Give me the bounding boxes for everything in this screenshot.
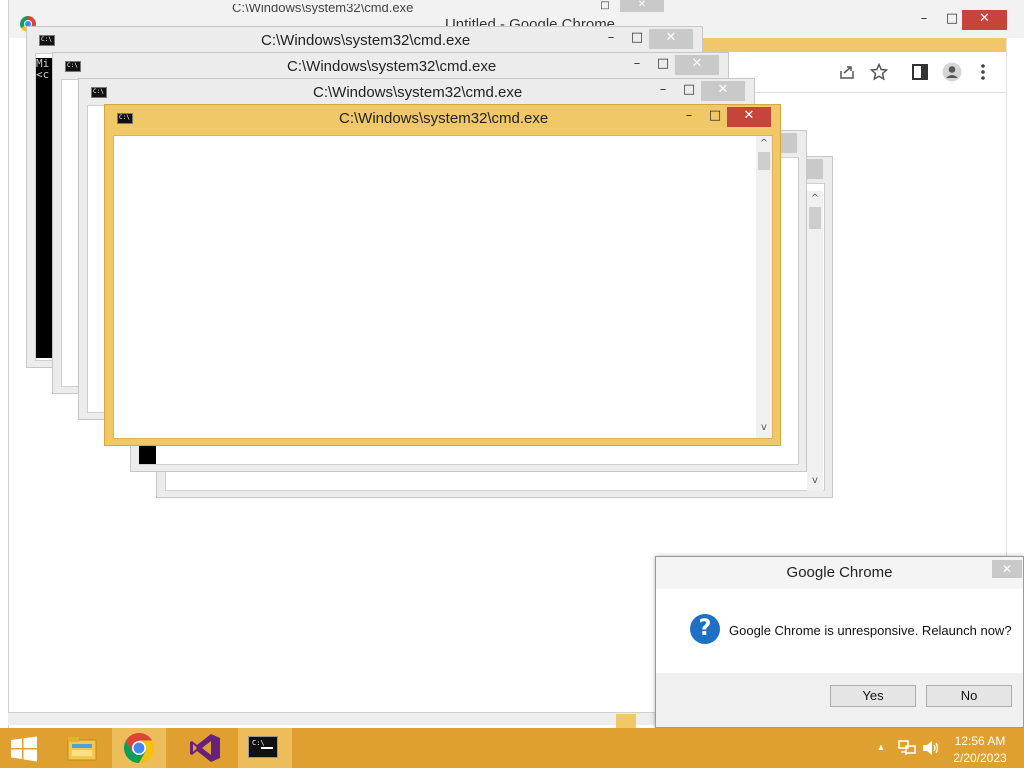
minimize-button[interactable]: – <box>601 29 621 49</box>
network-icon[interactable] <box>898 740 916 756</box>
command-prompt-icon: C:\ <box>248 736 278 758</box>
menu-icon[interactable] <box>980 63 986 81</box>
taskbar-file-explorer[interactable] <box>58 728 106 768</box>
maximize-button[interactable]: □ <box>705 107 725 127</box>
cmd-app-icon: C:\ <box>65 61 81 72</box>
behind-close-button[interactable]: ✕ <box>620 0 664 12</box>
titlebar[interactable]: C:\ C:\Windows\system32\cmd.exe – □ ✕ <box>27 27 702 53</box>
tray-chevron-icon[interactable]: ▲ <box>874 742 888 752</box>
minimize-button[interactable]: – <box>653 81 673 101</box>
chrome-bottom-edge <box>8 712 658 725</box>
behind-maximize-button[interactable]: □ <box>596 1 614 12</box>
no-button[interactable]: No <box>926 685 1012 707</box>
side-panel-icon[interactable] <box>912 64 928 80</box>
scroll-up-arrow[interactable]: ^ <box>756 136 772 152</box>
titlebar[interactable]: C:\ C:\Windows\system32\cmd.exe – □ ✕ <box>53 53 728 79</box>
console-area[interactable]: ^ v <box>113 135 773 439</box>
taskbar-command-prompt[interactable]: C:\ <box>238 728 292 768</box>
close-button[interactable]: ✕ <box>675 55 719 75</box>
file-explorer-icon <box>67 737 97 761</box>
window-title: C:\Windows\system32\cmd.exe <box>261 32 471 49</box>
yes-button[interactable]: Yes <box>830 685 916 707</box>
profile-icon[interactable] <box>942 62 962 82</box>
scrollbar[interactable]: ^ v <box>807 191 823 491</box>
cmd-app-icon: C:\ <box>117 113 133 124</box>
behind-window-title: C:\Windows\system32\cmd.exe <box>232 4 414 14</box>
cmd-app-icon: C:\ <box>39 35 55 46</box>
close-button[interactable]: ✕ <box>727 107 771 127</box>
windows-start-icon[interactable] <box>10 736 38 762</box>
clock-date[interactable]: 2/20/2023 <box>948 751 1012 765</box>
console-cursor-block <box>139 446 156 464</box>
chrome-close-button[interactable]: ✕ <box>962 10 1007 30</box>
dialog-message: Google Chrome is unresponsive. Relaunch … <box>729 623 1012 638</box>
chrome-icon <box>123 733 155 763</box>
dialog-title: Google Chrome <box>786 564 893 581</box>
folder-icon <box>616 714 636 728</box>
question-icon: ? <box>690 614 720 644</box>
star-icon[interactable] <box>870 63 888 81</box>
window-title: C:\Windows\system32\cmd.exe <box>339 110 549 127</box>
close-button[interactable]: ✕ <box>649 29 693 49</box>
chrome-tab-strip <box>700 38 1006 52</box>
taskbar-visual-studio[interactable] <box>178 728 232 768</box>
maximize-button[interactable]: □ <box>679 81 699 101</box>
scroll-down-arrow[interactable]: v <box>807 473 823 489</box>
scroll-up-arrow[interactable]: ^ <box>807 191 823 207</box>
titlebar[interactable]: C:\ C:\Windows\system32\cmd.exe – □ ✕ <box>79 79 754 105</box>
taskbar-chrome[interactable] <box>112 728 166 768</box>
scroll-down-arrow[interactable]: v <box>756 420 772 436</box>
share-icon[interactable] <box>838 64 856 80</box>
dialog-close-button[interactable]: ✕ <box>992 560 1022 578</box>
titlebar[interactable]: C:\ C:\Windows\system32\cmd.exe – □ ✕ <box>105 105 780 131</box>
maximize-button[interactable]: □ <box>627 29 647 49</box>
maximize-button[interactable]: □ <box>653 55 673 75</box>
window-title: C:\Windows\system32\cmd.exe <box>313 84 523 101</box>
cmd-app-icon: C:\ <box>91 87 107 98</box>
clock-time[interactable]: 12:56 AM <box>948 734 1012 748</box>
unresponsive-dialog[interactable]: Google Chrome ✕ ? Google Chrome is unres… <box>655 556 1024 728</box>
scrollbar[interactable]: ^ v <box>756 136 772 438</box>
chrome-left-edge <box>0 0 9 728</box>
chrome-minimize-button[interactable]: – <box>910 10 938 30</box>
scroll-thumb[interactable] <box>758 152 770 170</box>
minimize-button[interactable]: – <box>627 55 647 75</box>
cmd-window-active[interactable]: C:\ C:\Windows\system32\cmd.exe – □ ✕ ^ … <box>104 104 781 446</box>
minimize-button[interactable]: – <box>679 107 699 127</box>
scroll-thumb[interactable] <box>809 207 821 229</box>
window-title: C:\Windows\system32\cmd.exe <box>287 58 497 75</box>
close-button[interactable]: ✕ <box>701 81 745 101</box>
volume-icon[interactable] <box>922 740 940 756</box>
visual-studio-icon <box>190 734 220 762</box>
